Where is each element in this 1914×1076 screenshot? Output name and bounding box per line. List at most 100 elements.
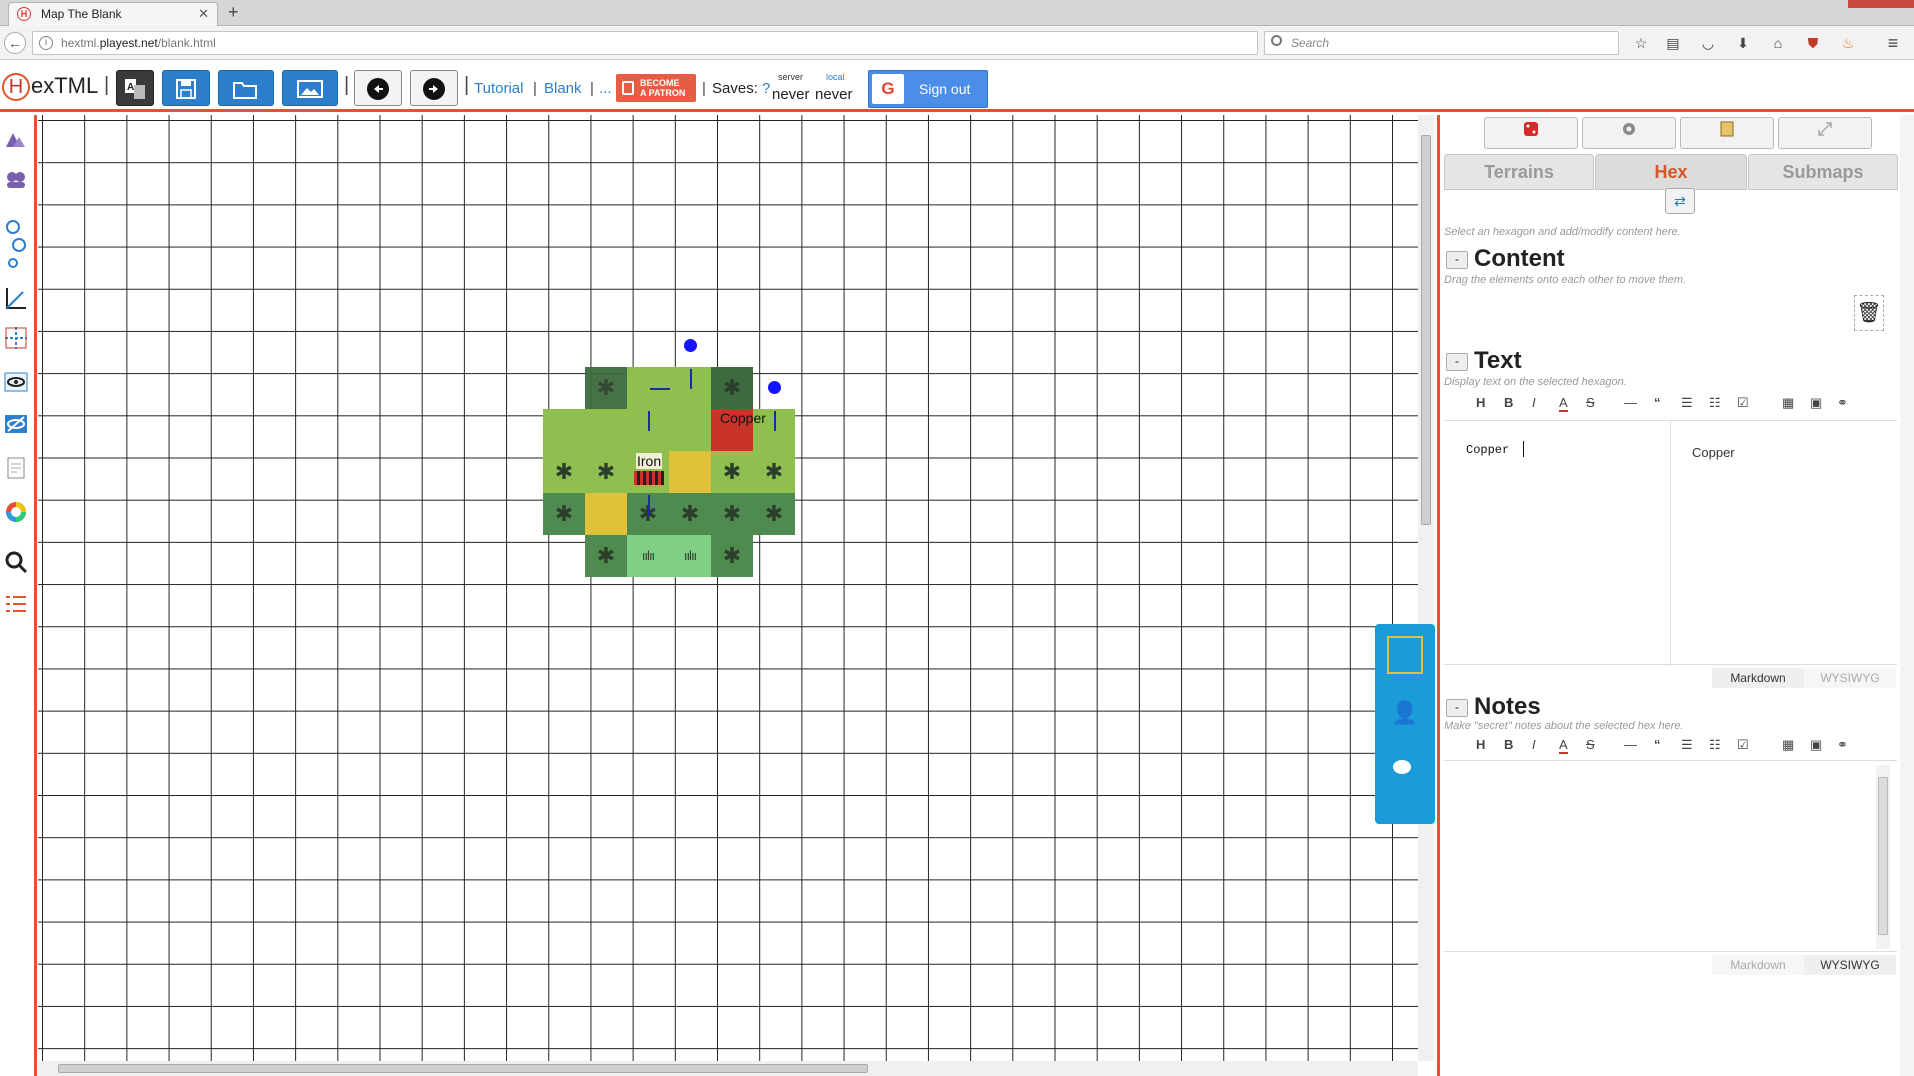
save-button[interactable] [162,70,210,106]
strike-button[interactable]: S [1586,395,1595,410]
terrain-tool-icon[interactable] [3,125,29,155]
quote-button[interactable]: “ [1654,395,1661,410]
hex-grassland[interactable] [543,409,585,451]
info-icon[interactable]: i [39,36,53,50]
map-marker-dot[interactable] [684,339,697,352]
hex-steppe[interactable]: ıılıı [669,535,711,577]
grid-tool-icon[interactable] [3,325,29,355]
become-patron-button[interactable]: BECOME A PATRON [616,74,696,102]
back-arrow-icon[interactable]: ← [4,32,26,54]
table-button[interactable]: ▦ [1782,395,1794,411]
blank-link[interactable]: Blank [544,80,582,97]
link-button[interactable]: ⚭ [1837,395,1848,411]
map-vertical-scrollbar[interactable] [1418,115,1434,1061]
task-list-button[interactable]: ☑ [1737,395,1749,411]
bold-button[interactable]: B [1504,395,1513,410]
reading-list-icon[interactable]: ▤ [1664,34,1682,52]
collapse-content-button[interactable]: - [1446,251,1468,269]
home-icon[interactable]: ⌂ [1769,34,1787,52]
tab-hex[interactable]: Hex [1595,154,1747,190]
hex-jungle[interactable]: ✱ [711,535,753,577]
bullet-list-button[interactable]: ☰ [1681,737,1693,753]
browser-tab[interactable]: H Map The Blank ✕ [8,2,218,26]
notes-mode-wysiwyg[interactable]: WYSIWYG [1804,955,1896,975]
close-tab-icon[interactable]: ✕ [198,6,209,22]
sticky-note-icon[interactable] [1387,636,1423,674]
saves-help-icon[interactable]: ? [762,80,770,97]
pocket-icon[interactable]: ◡ [1699,34,1717,52]
note-icon[interactable] [3,455,29,485]
text-editor[interactable]: Copper Copper [1444,420,1897,666]
hex-jungle[interactable]: ✱ [585,535,627,577]
hex-jungle[interactable]: ✱ [711,493,753,535]
dice-button[interactable] [1484,117,1578,149]
text-mode-markdown[interactable]: Markdown [1712,668,1804,688]
quote-button[interactable]: “ [1654,737,1661,752]
extension-flame-icon[interactable]: ♨ [1839,34,1857,52]
document-icon[interactable] [1680,117,1774,149]
menu-icon[interactable]: ≡ [1884,34,1902,52]
image-button[interactable]: ▣ [1810,395,1822,411]
hex-jungle[interactable]: ✱ [585,367,627,409]
open-button[interactable] [218,70,274,106]
hex-desert[interactable] [669,451,711,493]
hr-button[interactable]: — [1624,395,1637,410]
group-tool-icon[interactable] [3,167,29,197]
eye-icon[interactable] [3,369,29,399]
notes-mode-markdown[interactable]: Markdown [1712,955,1804,975]
export-image-button[interactable] [282,70,338,106]
settings-gear-icon[interactable] [1582,117,1676,149]
measure-tool-icon[interactable] [3,285,29,315]
zoom-icon[interactable] [3,549,29,579]
text-color-button[interactable]: A [1559,737,1568,754]
text-editor-input[interactable]: Copper [1466,443,1509,457]
sign-out-button[interactable]: G Sign out [868,70,988,108]
heading-button[interactable]: H [1476,395,1485,410]
italic-button[interactable]: I [1532,395,1536,410]
map-horizontal-scrollbar[interactable] [38,1061,1418,1076]
hex-jungle[interactable]: ✱ [543,493,585,535]
trash-icon[interactable]: 🗑 [1854,295,1884,331]
ordered-list-button[interactable]: ☷ [1709,395,1721,411]
bold-button[interactable]: B [1504,737,1513,752]
tab-submaps[interactable]: Submaps [1748,154,1898,190]
window-controls[interactable] [1848,0,1914,8]
bookmark-star-icon[interactable]: ☆ [1632,34,1650,52]
bullet-list-button[interactable]: ☰ [1681,395,1693,411]
text-mode-wysiwyg[interactable]: WYSIWYG [1804,668,1896,688]
url-bar[interactable]: i hextml.playest.net/blank.html ⟳ [32,31,1277,57]
heading-button[interactable]: H [1476,737,1485,752]
hr-button[interactable]: — [1624,737,1637,752]
chat-icon[interactable] [1393,760,1411,774]
text-color-button[interactable]: A [1559,395,1568,412]
add-user-icon[interactable]: 👤 [1391,700,1418,726]
hex-steppe[interactable]: ıılıı [627,535,669,577]
table-button[interactable]: ▦ [1782,737,1794,753]
collapse-text-button[interactable]: - [1446,353,1468,371]
hex-desert[interactable] [585,493,627,535]
search-input[interactable]: Search [1264,31,1619,55]
hex-palm[interactable]: ✱ [711,451,753,493]
expand-icon[interactable] [1778,117,1872,149]
italic-button[interactable]: I [1532,737,1536,752]
map-marker-dot[interactable] [768,381,781,394]
notes-scrollbar[interactable] [1876,765,1890,949]
task-list-button[interactable]: ☑ [1737,737,1749,753]
shield-icon[interactable]: ⛊ [1804,34,1822,52]
path-tool-icon[interactable] [3,219,29,271]
collapse-notes-button[interactable]: - [1446,699,1468,717]
tutorial-link[interactable]: Tutorial [474,80,523,97]
hex-jungle[interactable]: ✱ [711,367,753,409]
map-canvas[interactable]: ✱ ✱ ✱ ✱ ✱ ✱ ✱ ✱ ✱ ✱ ✱ ✱ ıılıı ıılıı ✱ Co… [38,115,1418,1061]
eye-hidden-icon[interactable] [3,411,29,441]
link-button[interactable]: ⚭ [1837,737,1848,753]
hex-palm[interactable]: ✱ [543,451,585,493]
hex-palm[interactable]: ✱ [585,451,627,493]
strike-button[interactable]: S [1586,737,1595,752]
list-icon[interactable] [3,591,29,621]
redo-button[interactable] [410,70,458,106]
ordered-list-button[interactable]: ☷ [1709,737,1721,753]
panel-scrollbar[interactable] [1900,115,1914,1076]
hex-grassland[interactable] [669,409,711,451]
download-icon[interactable]: ⬇ [1734,34,1752,52]
